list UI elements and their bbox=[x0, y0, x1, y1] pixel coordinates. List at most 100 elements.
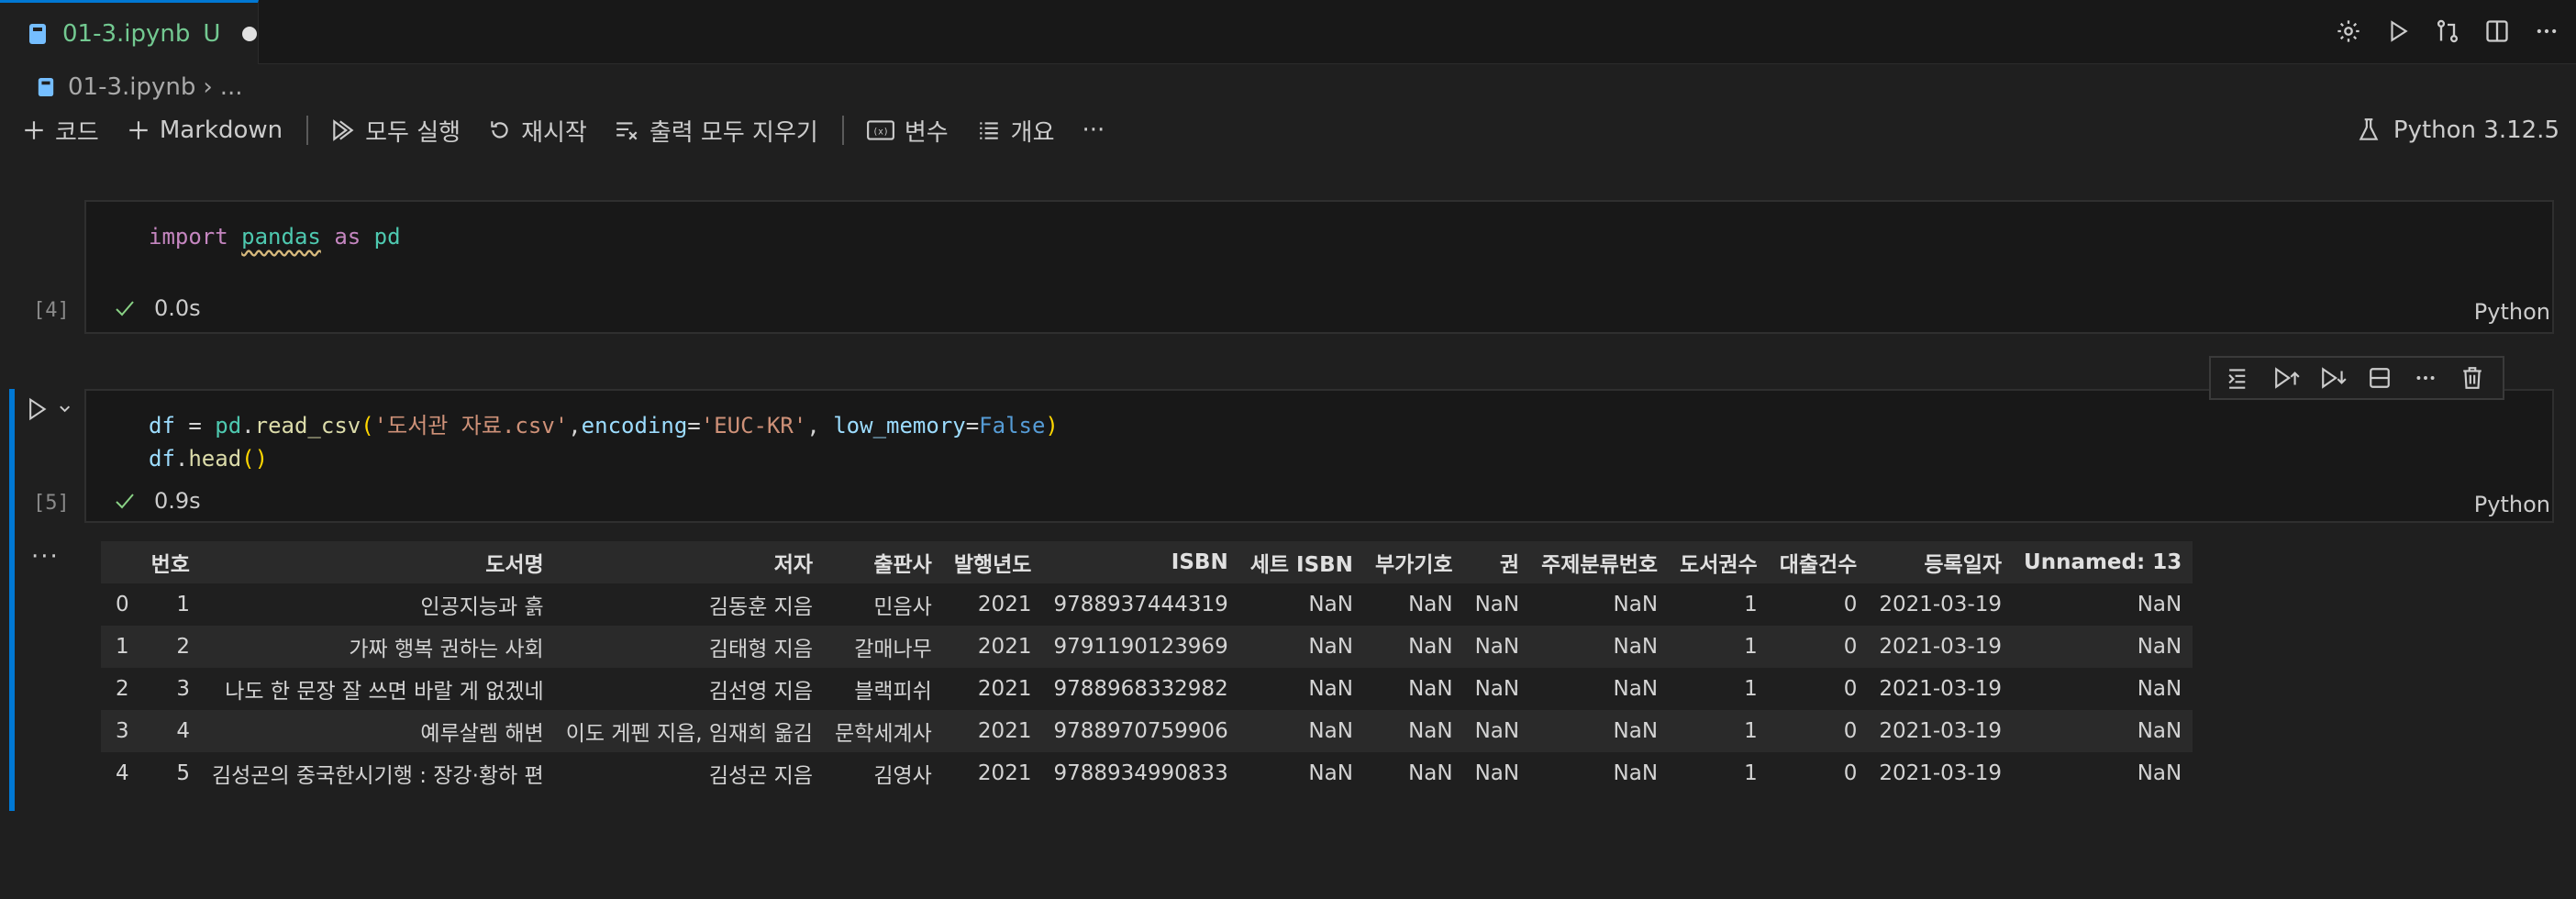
table-cell: NaN bbox=[1238, 583, 1364, 626]
more-icon[interactable] bbox=[2410, 362, 2441, 394]
table-cell: NaN bbox=[1530, 583, 1670, 626]
restart-icon bbox=[491, 121, 508, 139]
cell-language[interactable]: Python bbox=[2474, 492, 2550, 517]
table-header-cell bbox=[101, 541, 140, 583]
table-cell: 1 bbox=[1669, 710, 1769, 752]
table-cell: 김동훈 지음 bbox=[554, 583, 825, 626]
check-icon bbox=[116, 301, 134, 316]
source-control-compare-icon[interactable] bbox=[2433, 17, 2462, 46]
table-cell: 이도 게펜 지음, 임재희 옮김 bbox=[554, 710, 825, 752]
table-cell: 0 bbox=[1768, 752, 1869, 794]
table-cell: 2021 bbox=[942, 583, 1043, 626]
plus-icon bbox=[129, 121, 148, 139]
table-cell: 0 bbox=[1768, 626, 1869, 668]
outline-button[interactable]: 개요 bbox=[976, 110, 1055, 150]
split-editor-icon[interactable] bbox=[2482, 17, 2512, 46]
table-header-cell: 도서권수 bbox=[1669, 541, 1769, 583]
restart-button[interactable]: 재시작 bbox=[488, 110, 587, 150]
add-markdown-cell-button[interactable]: Markdown bbox=[127, 110, 283, 150]
run-by-line-icon[interactable] bbox=[2226, 362, 2257, 394]
table-row: 3 4 예루살렘 해변 이도 게펜 지음, 임재희 옮김 문학세계사 2021 978897… bbox=[101, 710, 2193, 752]
table-header-cell: 권 bbox=[1463, 541, 1531, 583]
table-cell: 예루살렘 해변 bbox=[200, 710, 555, 752]
row-index: 3 bbox=[101, 710, 140, 752]
table-cell: NaN bbox=[2013, 583, 2193, 626]
code-cell[interactable]: df = pd.read_csv('도서관 자료.csv',encoding='… bbox=[84, 389, 2554, 523]
more-actions-icon[interactable] bbox=[2532, 17, 2561, 46]
table-cell: 0 bbox=[1768, 668, 1869, 710]
table-cell: 갈매나무 bbox=[824, 626, 943, 668]
toolbar-divider bbox=[306, 116, 309, 145]
table-cell: 가짜 행복 권하는 사회 bbox=[200, 626, 555, 668]
kernel-picker[interactable]: Python 3.12.5 bbox=[2357, 110, 2559, 150]
outline-list-icon bbox=[979, 122, 998, 139]
table-cell: 1 bbox=[1669, 583, 1769, 626]
editor-actions bbox=[2334, 17, 2561, 46]
toolbar-more-button[interactable]: ··· bbox=[1083, 110, 1105, 150]
add-code-cell-button[interactable]: 코드 bbox=[22, 110, 99, 150]
table-header-cell: ISBN bbox=[1042, 541, 1239, 583]
table-cell: NaN bbox=[1238, 710, 1364, 752]
cell-code-editor[interactable]: df = pd.read_csv('도서관 자료.csv',encoding='… bbox=[149, 409, 1059, 475]
output-actions-icon[interactable]: ··· bbox=[31, 543, 60, 571]
table-row: 1 2 가짜 행복 권하는 사회 김태형 지음 갈매나무 2021 979119012396… bbox=[101, 626, 2193, 668]
run-all-icon bbox=[333, 119, 354, 141]
table-cell: NaN bbox=[2013, 626, 2193, 668]
table-cell: 9788934990833 bbox=[1042, 752, 1239, 794]
breadcrumb-rest[interactable]: ... bbox=[220, 73, 243, 101]
table-cell: NaN bbox=[1463, 626, 1531, 668]
notebook-icon bbox=[38, 78, 54, 96]
row-index: 4 bbox=[101, 752, 140, 794]
chevron-right-icon: › bbox=[203, 73, 213, 101]
table-cell: 김선영 지음 bbox=[554, 668, 825, 710]
table-cell: 블랙피쉬 bbox=[824, 668, 943, 710]
table-cell: 김성곤의 중국한시기행 : 장강·황하 편 bbox=[200, 752, 555, 794]
cell-language[interactable]: Python bbox=[2474, 299, 2550, 325]
row-index: 1 bbox=[101, 626, 140, 668]
table-cell: 2021 bbox=[942, 710, 1043, 752]
split-cell-icon[interactable] bbox=[2364, 362, 2395, 394]
table-body: 0 1 인공지능과 흙 김동훈 지음 민음사 2021 9788937444319 NaN Na… bbox=[101, 583, 2193, 794]
row-index: 0 bbox=[101, 583, 140, 626]
table-cell: NaN bbox=[1463, 668, 1531, 710]
gear-icon[interactable] bbox=[2334, 17, 2363, 46]
code-cell[interactable]: import pandas as pd bbox=[84, 200, 2554, 334]
table-cell: 9788968332982 bbox=[1042, 668, 1239, 710]
tab-notebook[interactable]: 01-3.ipynb U bbox=[0, 0, 259, 64]
table-cell: NaN bbox=[1363, 668, 1464, 710]
cell-status: 0.9s bbox=[114, 488, 201, 514]
run-cell-button[interactable] bbox=[26, 393, 72, 426]
focus-indicator bbox=[9, 389, 15, 811]
table-cell: NaN bbox=[1530, 626, 1670, 668]
table-cell: 0 bbox=[1768, 710, 1869, 752]
table-cell: NaN bbox=[1463, 583, 1531, 626]
cell-toolbar bbox=[2209, 356, 2504, 400]
table-cell: 3 bbox=[139, 668, 201, 710]
variables-button[interactable]: (x) 변수 bbox=[866, 110, 949, 150]
execution-count: [4] bbox=[33, 299, 70, 322]
dataframe-output: 번호 도서명 저자 출판사 발행년도 ISBN 세트 ISBN 부가기호 권 주제분류번호 도서권수… bbox=[101, 541, 2193, 794]
table-cell: 민음사 bbox=[824, 583, 943, 626]
table-cell: NaN bbox=[1238, 668, 1364, 710]
table-header-cell: 주제분류번호 bbox=[1530, 541, 1670, 583]
table-header-cell: 등록일자 bbox=[1868, 541, 2014, 583]
toolbar-divider bbox=[841, 116, 844, 145]
table-cell: 나도 한 문장 잘 쓰면 바랄 게 없겠네 bbox=[200, 668, 555, 710]
row-index: 2 bbox=[101, 668, 140, 710]
editor-tab-bar: 01-3.ipynb U bbox=[0, 0, 2576, 64]
table-cell: NaN bbox=[1363, 752, 1464, 794]
table-header-cell: 세트 ISBN bbox=[1238, 541, 1364, 583]
trash-icon[interactable] bbox=[2457, 362, 2488, 394]
run-all-button[interactable]: 모두 실행 bbox=[330, 110, 461, 150]
clear-all-outputs-button[interactable]: 출력 모두 지우기 bbox=[615, 110, 818, 150]
kernel-label: Python 3.12.5 bbox=[2393, 117, 2559, 144]
chevron-down-icon[interactable] bbox=[58, 402, 72, 416]
run-below-icon[interactable] bbox=[2318, 362, 2349, 394]
run-above-icon[interactable] bbox=[2271, 362, 2303, 394]
run-icon[interactable] bbox=[2383, 17, 2413, 46]
table-header-cell: 부가기호 bbox=[1363, 541, 1464, 583]
breadcrumb-file[interactable]: 01-3.ipynb bbox=[68, 73, 195, 101]
cell-code-editor[interactable]: import pandas as pd bbox=[149, 220, 401, 253]
unsaved-dot-icon[interactable] bbox=[242, 26, 258, 41]
table-cell: NaN bbox=[1363, 583, 1464, 626]
